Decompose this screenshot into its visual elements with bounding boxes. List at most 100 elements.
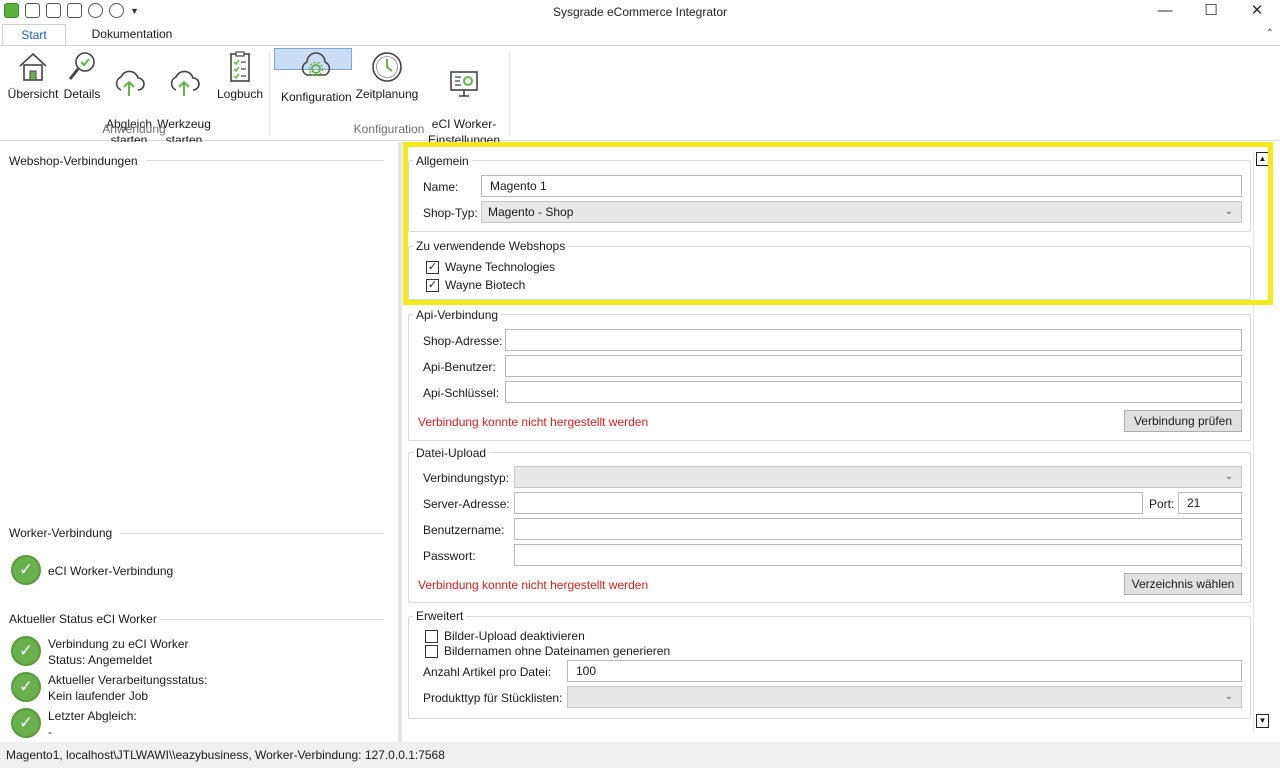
- vertical-scrollbar[interactable]: ▲ ▼: [1253, 152, 1270, 732]
- bildernamen-checkbox[interactable]: Bildernamen ohne Dateinamen generieren: [425, 644, 670, 658]
- check-circle-icon: ✓: [11, 708, 41, 738]
- verzeichnis-waehlen-button[interactable]: Verzeichnis wählen: [1124, 573, 1242, 595]
- passwort-label: Passwort:: [423, 549, 476, 563]
- anzahl-artikel-label: Anzahl Artikel pro Datei:: [423, 665, 552, 679]
- logbuch-label: Logbuch: [216, 87, 264, 101]
- name-field[interactable]: Magento 1: [481, 175, 1242, 197]
- status-item-processing: ✓ Aktueller Verarbeitungsstatus: Kein la…: [11, 672, 207, 704]
- details-button[interactable]: Details: [62, 48, 102, 118]
- group-allgemein-title: Allgemein: [413, 154, 472, 168]
- checkbox-unchecked-icon[interactable]: [425, 629, 438, 643]
- checkbox-label: Bilder-Upload deaktivieren: [444, 629, 585, 643]
- chevron-down-icon: ⌄: [1224, 471, 1233, 482]
- title-bar: ▼ Sysgrade eCommerce Integrator — ☐ ✕: [0, 0, 1280, 24]
- monitor-gear-icon: [450, 71, 478, 97]
- worker-connection-item[interactable]: ✓ eCI Worker-Verbindung: [11, 555, 173, 585]
- api-benutzer-label: Api-Benutzer:: [423, 360, 496, 374]
- divider: [146, 160, 384, 161]
- checklist-icon: [230, 51, 250, 82]
- passwort-field[interactable]: [514, 544, 1242, 566]
- status-bar: Magento1, localhost\JTLWAWI\\eazybusines…: [0, 742, 1280, 768]
- status-item-connection: ✓ Verbindung zu eCI Worker Status: Angem…: [11, 636, 189, 668]
- verbindungstyp-label: Verbindungstyp:: [423, 471, 510, 485]
- ribbon-collapse-icon[interactable]: ⌃: [1266, 28, 1274, 39]
- werkzeug-starten-button[interactable]: Werkzeug starten: [156, 48, 212, 147]
- left-panel: Webshop-Verbindungen Worker-Verbindung ✓…: [0, 142, 398, 742]
- abgleich-starten-button[interactable]: Abgleich starten: [103, 48, 155, 147]
- tab-dokumentation[interactable]: Dokumentation: [80, 24, 184, 46]
- api-benutzer-field[interactable]: [505, 355, 1242, 377]
- shop-typ-label: Shop-Typ:: [423, 206, 478, 220]
- chevron-down-icon: ⌄: [1224, 691, 1233, 702]
- bilder-upload-deaktivieren-checkbox[interactable]: Bilder-Upload deaktivieren: [425, 629, 585, 643]
- status-line2: Kein laufender Job: [48, 689, 149, 703]
- scroll-down-icon[interactable]: ▼: [1256, 714, 1269, 728]
- konfiguration-label: Konfiguration: [281, 90, 352, 104]
- produkttyp-label: Produkttyp für Stücklisten:: [423, 691, 563, 705]
- eci-worker-einstellungen-button[interactable]: eCI Worker- Einstellungen: [424, 48, 504, 147]
- shop-adresse-field[interactable]: [505, 329, 1242, 351]
- check-circle-icon: ✓: [11, 555, 41, 585]
- status-line1: Verbindung zu eCI Worker: [48, 637, 189, 651]
- status-line1: Letzter Abgleich:: [48, 709, 137, 723]
- verbindung-pruefen-button[interactable]: Verbindung prüfen: [1124, 410, 1242, 432]
- name-label: Name:: [423, 180, 459, 194]
- shop-typ-select[interactable]: Magento - Shop ⌄: [481, 201, 1242, 223]
- port-field[interactable]: 21: [1178, 492, 1242, 514]
- port-label: Port:: [1149, 497, 1175, 511]
- checkbox-checked-icon[interactable]: ✓: [426, 260, 439, 274]
- details-label: Details: [63, 87, 101, 101]
- window-title: Sysgrade eCommerce Integrator: [552, 5, 728, 19]
- konfiguration-button[interactable]: Konfiguration: [274, 48, 352, 104]
- benutzername-field[interactable]: [514, 518, 1242, 540]
- close-button[interactable]: ✕: [1234, 0, 1280, 24]
- webshop-label: Wayne Technologies: [445, 260, 556, 274]
- group-label-anwendung: Anwendung: [102, 122, 166, 136]
- magnifier-check-icon: [68, 52, 95, 80]
- zeitplanung-label: Zeitplanung: [355, 87, 419, 101]
- worker-connection-label: eCI Worker-Verbindung: [48, 564, 174, 578]
- status-line2: -: [48, 725, 52, 739]
- house-icon: [19, 52, 47, 81]
- upload-error-message: Verbindung konnte nicht hergestellt werd…: [418, 578, 649, 592]
- worker-connection-heading: Worker-Verbindung: [9, 526, 113, 540]
- api-schluessel-field[interactable]: [505, 381, 1242, 403]
- anzahl-artikel-field[interactable]: 100: [567, 660, 1242, 682]
- ribbon: Übersicht Details Abgleich starten Werkz…: [0, 45, 1280, 147]
- webshop-checkbox-wayne-technologies[interactable]: ✓ Wayne Technologies: [426, 260, 555, 274]
- chevron-down-icon: ⌄: [1224, 206, 1233, 217]
- status-item-last-sync: ✓ Letzter Abgleich: -: [11, 708, 137, 740]
- group-api-title: Api-Verbindung: [413, 308, 502, 322]
- group-label-konfiguration: Konfiguration: [353, 122, 425, 136]
- api-schluessel-label: Api-Schlüssel:: [423, 386, 500, 400]
- scrollbar-thumb[interactable]: [1257, 170, 1268, 710]
- divider: [120, 533, 384, 534]
- logbuch-button[interactable]: Logbuch: [214, 48, 266, 118]
- maximize-button[interactable]: ☐: [1188, 0, 1234, 24]
- panel-splitter[interactable]: [398, 142, 402, 742]
- status-line2: Status: Angemeldet: [48, 653, 153, 667]
- webshop-connections-heading: Webshop-Verbindungen: [9, 154, 138, 168]
- checkbox-checked-icon[interactable]: ✓: [426, 278, 439, 292]
- checkbox-unchecked-icon[interactable]: [425, 644, 438, 658]
- webshop-checkbox-wayne-biotech[interactable]: ✓ Wayne Biotech: [426, 278, 525, 292]
- status-line1: Aktueller Verarbeitungsstatus:: [48, 673, 208, 687]
- check-circle-icon: ✓: [11, 636, 41, 666]
- ribbon-separator: [509, 50, 510, 136]
- produkttyp-select[interactable]: ⌄: [567, 686, 1242, 708]
- shop-adresse-label: Shop-Adresse:: [423, 334, 503, 348]
- check-circle-icon: ✓: [11, 672, 41, 702]
- group-upload-title: Datei-Upload: [413, 446, 490, 460]
- divider: [160, 619, 384, 620]
- group-webshops-title: Zu verwendende Webshops: [413, 239, 569, 253]
- verbindungstyp-select[interactable]: ⌄: [514, 466, 1242, 488]
- server-adresse-field[interactable]: [514, 492, 1143, 514]
- minimize-button[interactable]: —: [1142, 0, 1188, 24]
- tab-start[interactable]: Start: [2, 24, 66, 46]
- uebersicht-button[interactable]: Übersicht: [6, 48, 60, 118]
- clock-icon: [372, 52, 402, 82]
- zeitplanung-button[interactable]: Zeitplanung: [354, 48, 420, 118]
- webshop-label: Wayne Biotech: [445, 278, 526, 292]
- api-error-message: Verbindung konnte nicht hergestellt werd…: [418, 415, 649, 429]
- scroll-up-icon[interactable]: ▲: [1256, 152, 1269, 166]
